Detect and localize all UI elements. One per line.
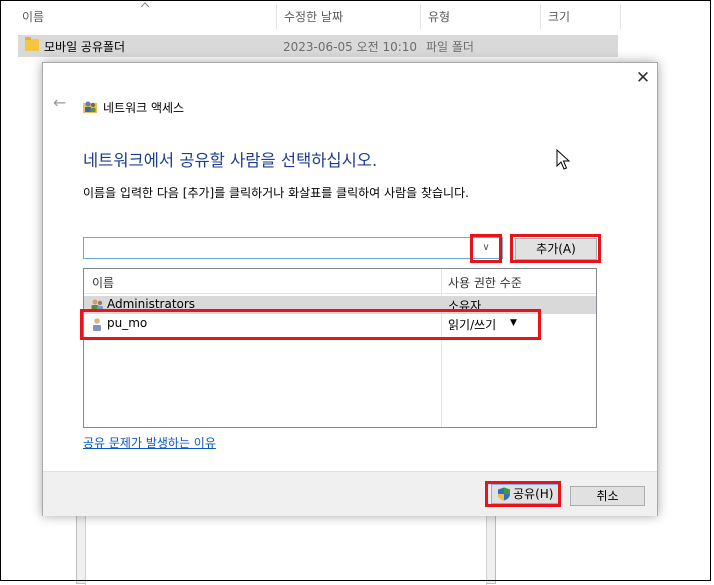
sharing-help-link[interactable]: 공유 문제가 발생하는 이유 xyxy=(83,434,216,451)
column-name[interactable]: 이름 xyxy=(22,8,44,25)
network-access-dialog: ✕ ← 네트워크 액세스 네트워크에서 공유할 사람을 선택하십시오. 이름을 … xyxy=(42,62,658,516)
back-arrow-icon[interactable]: ← xyxy=(53,95,71,111)
sort-ascending-icon xyxy=(141,2,149,8)
file-name: 모바일 공유폴더 xyxy=(44,40,126,54)
user-name: pu_mo xyxy=(107,316,148,330)
column-type[interactable]: 유형 xyxy=(428,8,450,25)
user-group-icon xyxy=(91,299,103,311)
user-permission: 소유자 xyxy=(448,299,482,313)
list-header: 이름 사용 권한 수준 xyxy=(84,269,596,294)
dialog-footer: 공유(H) 취소 xyxy=(43,471,657,516)
uac-shield-icon xyxy=(498,487,510,501)
list-column-divider xyxy=(441,269,442,427)
column-size[interactable]: 크기 xyxy=(548,8,570,25)
list-header-name[interactable]: 이름 xyxy=(92,274,114,291)
user-name-input[interactable] xyxy=(83,237,503,259)
column-divider xyxy=(420,4,421,30)
add-button[interactable]: 추가(A) xyxy=(515,238,597,260)
list-item[interactable]: Administrators 소유자 xyxy=(84,296,596,314)
share-button-label: 공유(H) xyxy=(513,487,554,501)
instruction-text: 이름을 입력한 다음 [추가]를 클릭하거나 화살표를 클릭하여 사람을 찾습니… xyxy=(83,186,469,200)
chevron-down-icon[interactable]: ∨ xyxy=(473,239,499,257)
cancel-button[interactable]: 취소 xyxy=(570,486,645,506)
user-permission-list: 이름 사용 권한 수준 Administrators 소유자 pu_mo 읽기/… xyxy=(83,268,597,428)
column-divider xyxy=(620,4,621,30)
user-name: Administrators xyxy=(107,297,196,311)
network-users-icon xyxy=(83,101,97,113)
share-button[interactable]: 공유(H) xyxy=(491,484,559,504)
permission-dropdown[interactable]: 읽기/쓰기 xyxy=(448,316,496,333)
mouse-cursor-icon xyxy=(556,149,570,170)
list-header-permission[interactable]: 사용 권한 수준 xyxy=(448,274,522,291)
column-divider xyxy=(276,4,277,30)
explorer-column-header: 이름 수정한 날짜 유형 크기 xyxy=(0,0,714,34)
dialog-heading: 네트워크에서 공유할 사람을 선택하십시오. xyxy=(83,151,378,170)
close-icon[interactable]: ✕ xyxy=(632,67,654,89)
dropdown-arrow-icon[interactable]: ▼ xyxy=(510,318,517,328)
user-icon xyxy=(93,318,101,331)
list-item[interactable]: pu_mo 읽기/쓰기 ▼ xyxy=(84,315,596,333)
file-type: 파일 폴더 xyxy=(426,40,474,54)
file-date: 2023-06-05 오전 10:10 xyxy=(283,40,418,54)
dialog-title: 네트워크 액세스 xyxy=(103,101,185,115)
folder-icon xyxy=(25,37,39,51)
column-divider xyxy=(540,4,541,30)
file-row[interactable]: 모바일 공유폴더 2023-06-05 오전 10:10 파일 폴더 xyxy=(18,35,618,57)
column-date[interactable]: 수정한 날짜 xyxy=(284,8,343,25)
